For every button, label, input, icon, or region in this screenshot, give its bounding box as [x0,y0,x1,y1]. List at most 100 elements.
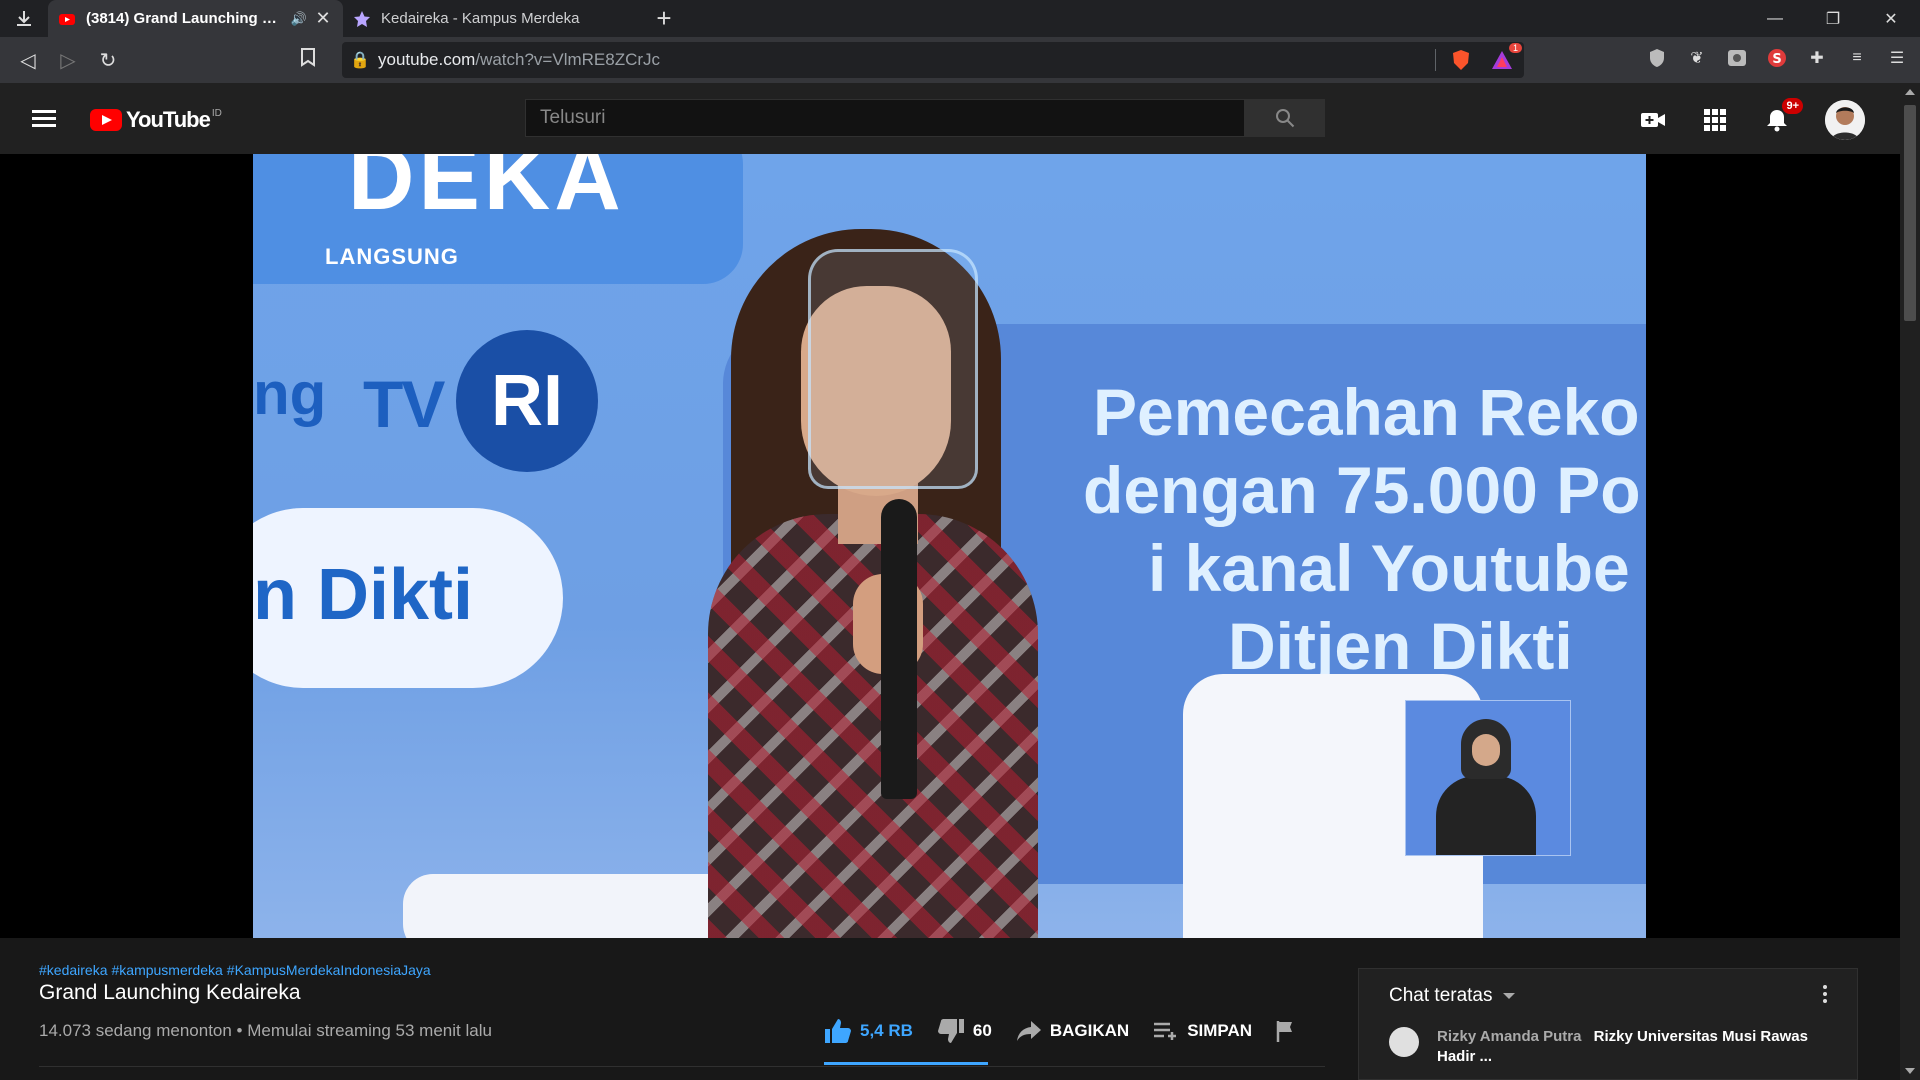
report-button[interactable] [1276,1020,1304,1042]
face-shield [808,249,978,489]
header-actions: 9+ [1639,98,1865,140]
brave-shields-icon[interactable] [1450,49,1472,71]
playlist-media-icon[interactable]: ≡ [1844,45,1870,71]
rewards-badge: 1 [1508,43,1522,53]
notifications-badge: 9+ [1782,98,1803,114]
hashtag-link[interactable]: #KampusMerdekaIndonesiaJaya [227,962,431,978]
video-meta: 14.073 sedang menonton • Memulai streami… [39,1021,492,1040]
youtube-favicon-icon [59,13,75,25]
chevron-down-icon [1502,993,1515,999]
tab-youtube[interactable]: (3814) Grand Launching Kedaireka 🔊 ✕ [48,0,343,37]
video-overlay-text: dengan 75.000 Po [1083,453,1641,527]
thumbs-up-icon [825,1019,851,1043]
divider [39,1066,1325,1067]
tab-title: (3814) Grand Launching Kedaireka [86,10,285,27]
like-count: 5,4 RB [860,1021,913,1040]
chat-mode-dropdown[interactable]: Chat teratas [1389,985,1515,1007]
video-overlay-text: i kanal Youtube [1148,531,1630,605]
search-box [525,99,1325,137]
chat-header-label: Chat teratas [1389,985,1493,1006]
chat-author-name[interactable]: Rizky Amanda Putra [1437,1028,1582,1045]
hashtag-link[interactable]: #kampusmerdeka [112,962,223,978]
kedaireka-favicon-icon [354,10,370,27]
hashtags: #kedaireka #kampusmerdeka #KampusMerdekaIn… [39,962,435,978]
chat-author-avatar [1389,1027,1419,1057]
guide-menu-icon[interactable] [32,110,56,128]
shield-extension-icon[interactable] [1644,45,1670,71]
lock-icon[interactable]: 🔒 [342,50,378,70]
tvri-logo-tv: TV [363,367,445,441]
share-button[interactable]: BAGIKAN [1016,1020,1129,1042]
tab-kedaireka[interactable]: Kedaireka - Kampus Merdeka [343,0,643,37]
video-overlay-text: Pemecahan Reko [1093,375,1640,449]
tab-title: Kedaireka - Kampus Merdeka [381,10,580,27]
sign-language-inset [1405,700,1571,856]
save-label: SIMPAN [1187,1021,1253,1040]
browser-tab-strip: (3814) Grand Launching Kedaireka 🔊 ✕ Ked… [0,0,1920,37]
like-ratio-bar [824,1062,988,1065]
s-extension-icon[interactable]: S [1764,45,1790,71]
window-controls: — ❐ ✕ [1746,0,1920,37]
more-options-icon[interactable] [1823,985,1829,1006]
downloads-icon[interactable] [0,0,48,37]
video-overlay-text: ng [253,360,327,427]
page-scrollbar[interactable] [1900,83,1920,1080]
youtube-play-icon [90,109,122,131]
video-actions: 5,4 RB 60 BAGIKAN SIMPAN [824,1014,1328,1048]
restore-icon[interactable]: ❐ [1804,0,1862,37]
forward-icon[interactable]: ▷ [48,40,88,80]
back-icon[interactable]: ◁ [8,40,48,80]
minimize-icon[interactable]: — [1746,0,1804,37]
playlist-add-icon [1154,1022,1177,1040]
scroll-down-icon[interactable] [1905,1068,1915,1074]
share-arrow-icon [1016,1021,1041,1041]
flag-icon [1276,1021,1293,1042]
microphone [881,499,917,799]
live-label: LANGSUNG [325,244,459,269]
url-text[interactable]: youtube.com/watch?v=VlmRE8ZCrJc [378,50,1435,70]
save-button[interactable]: SIMPAN [1153,1021,1252,1041]
search-input[interactable] [525,99,1245,137]
search-button[interactable] [1245,99,1325,137]
live-chat-panel: Chat teratas Rizky Amanda Putra Rizky Un… [1358,968,1858,1080]
video-frame[interactable]: DEKA LANGSUNG ng TV RI n Dikti Pemecahan… [253,154,1646,938]
hashtag-link[interactable]: #kedaireka [39,962,108,978]
video-overlay-text: n Dikti [253,555,474,635]
chat-message: Rizky Amanda Putra Rizky Universitas Mus… [1389,1027,1809,1067]
browser-menu-icon[interactable]: ☰ [1884,45,1910,71]
url-host: youtube.com [378,50,476,69]
search-icon [1276,109,1295,128]
address-bar[interactable]: 🔒 youtube.com/watch?v=VlmRE8ZCrJc 1 [342,42,1524,78]
bookmark-icon[interactable] [300,47,316,72]
notifications-bell-icon[interactable]: 9+ [1763,98,1803,134]
video-info-area: #kedaireka #kampusmerdeka #KampusMerdekaIn… [0,938,1900,1080]
user-avatar[interactable] [1825,100,1865,140]
dislike-button[interactable]: 60 [937,1018,992,1044]
bird-extension-icon[interactable]: ❦ [1684,45,1710,71]
extensions-row: ❦ S ✚ ≡ ☰ [1644,45,1910,71]
reload-icon[interactable]: ↻ [88,40,128,80]
screen-extension-icon[interactable] [1724,45,1750,71]
close-tab-icon[interactable]: ✕ [313,8,333,29]
browser-toolbar: ◁ ▷ ↻ 🔒 youtube.com/watch?v=VlmRE8ZCrJc … [0,37,1920,83]
youtube-logo[interactable]: YouTube ID [90,107,222,133]
svg-text:S: S [1772,52,1781,67]
video-title: Grand Launching Kedaireka [39,981,301,1004]
puzzle-extensions-icon[interactable]: ✚ [1804,45,1830,71]
apps-grid-icon[interactable] [1701,106,1729,134]
video-overlay-text: Ditjen Dikti [1228,609,1573,683]
new-tab-button[interactable]: + [643,0,685,37]
share-label: BAGIKAN [1049,1021,1130,1040]
video-player[interactable]: DEKA LANGSUNG ng TV RI n Dikti Pemecahan… [0,154,1900,938]
youtube-header: YouTube ID 9+ [0,83,1920,154]
brave-rewards-icon[interactable]: 1 [1490,43,1522,71]
audio-playing-icon[interactable]: 🔊 [291,11,307,27]
tvri-logo-ri: RI [456,330,598,472]
scrollbar-thumb[interactable] [1904,105,1916,321]
scroll-up-icon[interactable] [1905,89,1915,95]
create-video-icon[interactable] [1639,106,1667,134]
url-path: /watch?v=VlmRE8ZCrJc [475,50,661,69]
like-button[interactable]: 5,4 RB [824,1018,913,1044]
youtube-wordmark: YouTube [126,107,211,132]
close-window-icon[interactable]: ✕ [1862,0,1920,37]
